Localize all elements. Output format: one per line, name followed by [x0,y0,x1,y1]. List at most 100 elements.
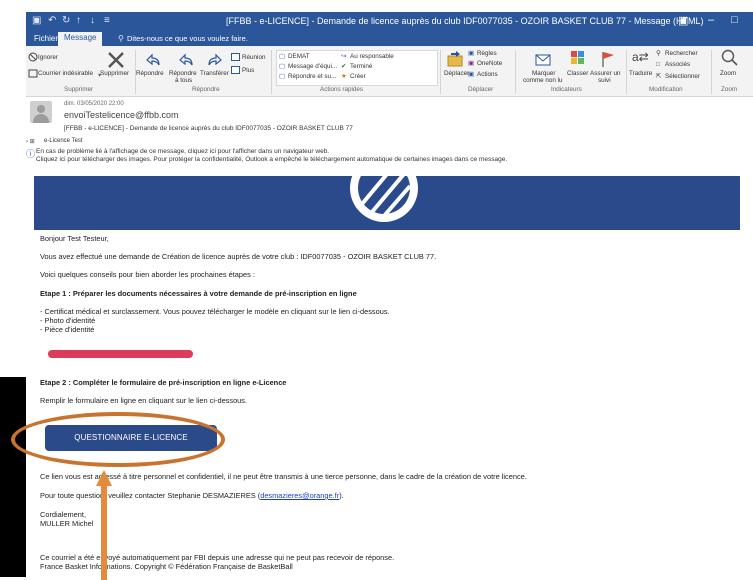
meeting-button[interactable]: Réunion [242,54,265,61]
contact-suffix: ). [339,491,344,500]
contact-email-link[interactable]: desmazieres@orange.fr [260,491,339,500]
related-icon: □ [656,61,660,68]
ribbon-tabs: Fichier Message ⚲ Dites-nous ce que vous… [26,32,753,47]
group-repondre: Répondre [192,86,220,93]
doc-item-1: - Certificat médical et surclassement. V… [40,307,390,316]
info-line-1[interactable]: En cas de problème lié à l'affichage de … [36,148,507,156]
ffbb-banner [34,176,740,230]
group-indicateurs: Indicateurs [551,86,582,93]
actions-icon: ▣ [468,71,474,78]
body-line-1: Vous avez effectué une demande de Créati… [40,252,437,261]
ignore-button[interactable]: Ignorer [38,54,58,61]
quick-step-reply-delete[interactable]: Répondre et su... [288,73,336,80]
quick-step-team-message[interactable]: Message d'équi... [288,63,337,70]
highlight-oval [11,412,225,467]
follow-up-button[interactable]: Assurer un [590,70,620,77]
reply-all-button-line2: à tous [175,77,193,84]
tell-me-box[interactable]: Dites-nous ce que vous voulez faire. [127,34,248,43]
delete-button[interactable]: Supprimer [100,70,129,77]
group-modification: Modification [649,86,683,93]
info-bar[interactable]: En cas de problème lié à l'affichage de … [36,148,507,164]
ribbon-display-icon[interactable]: ▣ [678,14,688,27]
doc-item-3: - Pièce d'identité [40,325,95,334]
search-icon: ⚲ [656,50,661,57]
forward-icon [208,53,222,66]
body-line-2: Voici quelques conseils pour bien aborde… [40,270,255,279]
message-date: dim. 03/05/2020 22:00 [64,101,124,107]
actions-button[interactable]: Actions [477,71,498,78]
group-supprimer: Supprimer [64,86,94,93]
save-icon[interactable]: ▣ [32,15,41,26]
title-bar: ▣ ↶ ↻ ↑ ↓ ≡ [FFBB - e-LICENCE] - Demande… [26,12,753,32]
redo-icon[interactable]: ↻ [62,15,70,26]
quick-step-done[interactable]: Terminé [350,63,372,70]
follow-up-flag-icon [602,52,614,67]
onenote-button[interactable]: OneNote [477,60,502,67]
move-icon [447,51,463,67]
info-icon: ⓘ [26,149,36,159]
step-1-heading: Etape 1 : Préparer les documents nécessa… [40,289,357,298]
ffbb-logo-icon [350,176,418,222]
quick-step-demat[interactable]: DEMAT [288,53,310,60]
left-black-area [0,377,26,577]
customize-icon[interactable]: ≡ [104,15,110,26]
meeting-icon [231,53,240,61]
greeting: Bonjour Test Testeur, [40,234,109,243]
more-icon [231,66,240,74]
group-deplacer: Déplacer [468,86,494,93]
mark-unread-icon [535,54,551,66]
onenote-icon: ▣ [468,60,474,67]
select-icon: ⇱ [656,73,662,80]
reply-button[interactable]: Répondre [136,70,164,77]
reply-icon [146,53,160,66]
message-subject: [FFBB - e-LICENCE] - Demande de licence … [64,125,353,132]
quick-step-create[interactable]: Créer [350,73,366,80]
junk-icon [28,69,38,78]
annotation-arrow [96,470,112,580]
group-zoom: Zoom [721,86,738,93]
categorize-icon [571,51,584,64]
reply-all-icon [179,53,193,66]
reply-all-button[interactable]: Répondre [169,70,197,77]
translate-icon: a⇄ [632,50,649,64]
zoom-button[interactable]: Zoom [720,70,736,77]
move-button[interactable]: Déplacer [444,70,469,77]
junk-button[interactable]: Courrier indésirable [38,70,93,77]
related-button[interactable]: Associés [665,61,690,68]
maximize-icon[interactable]: □ [731,14,738,26]
recipient[interactable]: e-Licence Test [44,138,83,144]
mark-unread-button-line2: comme non lu [523,77,563,84]
window-title: [FFBB - e-LICENCE] - Demande de licence … [226,16,704,26]
up-arrow-icon[interactable]: ↑ [76,15,81,26]
lightbulb-icon: ⚲ [118,34,124,43]
categorize-button[interactable]: Classer [567,70,588,77]
step-2-heading: Etape 2 : Compléter le formulaire de pré… [40,378,287,387]
forward-button[interactable]: Transférer [200,70,229,77]
select-button[interactable]: Sélectionner [665,73,700,80]
mark-unread-button[interactable]: Marquer [532,70,555,77]
more-button[interactable]: Plus [242,67,254,74]
group-actions-rapides: Actions rapides [320,86,364,93]
rules-button[interactable]: Règles [477,50,497,57]
footer-line-2: France Basket Informations. Copyright © … [40,562,293,571]
translate-button[interactable]: Traduire [629,70,652,77]
closing: Cordialement, [40,510,87,519]
download-button[interactable] [48,350,193,358]
sender-avatar [30,101,52,123]
delete-icon [108,52,124,68]
find-button[interactable]: Rechercher [665,50,698,57]
quick-step-manager[interactable]: Au responsable [350,53,394,60]
ignore-icon [28,52,38,62]
expand-icon[interactable]: › ⊞ [26,138,35,145]
message-body [34,176,740,577]
zoom-icon [721,49,738,66]
minimize-icon[interactable]: – [708,14,714,26]
info-line-2[interactable]: Cliquez ici pour télécharger des images.… [36,156,507,164]
sender-address[interactable]: envoiTestelicence@ffbb.com [64,110,179,120]
fill-form-text: Remplir le formulaire en ligne en cliqua… [40,396,248,405]
down-arrow-icon[interactable]: ↓ [90,15,95,26]
ribbon: Ignorer Courrier indésirable ▾ Supprimer… [26,46,753,97]
undo-icon[interactable]: ↶ [48,15,56,26]
follow-up-button-line2: suivi [598,77,611,84]
tab-message[interactable]: Message [58,32,103,47]
